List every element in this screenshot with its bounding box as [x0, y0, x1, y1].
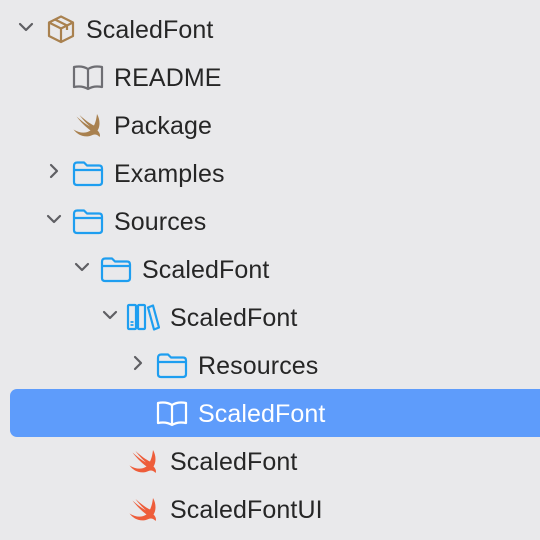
book-icon [155, 398, 189, 428]
book-icon [71, 62, 105, 92]
tree-row-scaledfont-article[interactable]: ScaledFont [0, 389, 540, 437]
tree-row-label: ScaledFont [170, 448, 298, 476]
folder-icon [99, 254, 133, 284]
package-icon [44, 14, 78, 44]
tree-row-scaledfont-swift[interactable]: ScaledFont [0, 437, 540, 485]
tree-row-label: ScaledFont [170, 304, 298, 332]
tree-row-label: Resources [198, 352, 319, 380]
chevron-down-icon[interactable] [16, 17, 36, 37]
tree-row-resources[interactable]: Resources [0, 341, 540, 389]
tree-row-label: ScaledFont [86, 16, 214, 44]
chevron-right-icon[interactable] [128, 353, 148, 373]
tree-row-label: Package [114, 112, 212, 140]
tree-row-label: ScaledFont [198, 400, 326, 428]
swift-file-icon [127, 446, 161, 476]
chevron-down-icon[interactable] [100, 305, 120, 325]
tree-row-scaledfont-docc[interactable]: ScaledFont [0, 293, 540, 341]
tree-row-label: ScaledFont [142, 256, 270, 284]
swift-file-icon [127, 494, 161, 524]
tree-row-label: Examples [114, 160, 225, 188]
chevron-right-icon[interactable] [44, 161, 64, 181]
folder-icon [71, 206, 105, 236]
swift-file-icon [71, 110, 105, 140]
documentation-catalog-icon [126, 302, 160, 332]
project-navigator: ScaledFont README Package Examples Sourc… [0, 0, 540, 540]
tree-row-sources[interactable]: Sources [0, 197, 540, 245]
tree-row-package-swift[interactable]: Package [0, 101, 540, 149]
tree-row-scaledfontui-swift[interactable]: ScaledFontUI [0, 485, 540, 533]
chevron-down-icon[interactable] [44, 209, 64, 229]
tree-row-package-scaledfont[interactable]: ScaledFont [0, 5, 540, 53]
tree-row-label: ScaledFontUI [170, 496, 323, 524]
tree-row-examples[interactable]: Examples [0, 149, 540, 197]
tree-row-label: Sources [114, 208, 207, 236]
chevron-down-icon[interactable] [72, 257, 92, 277]
folder-icon [155, 350, 189, 380]
folder-icon [71, 158, 105, 188]
tree-row-scaledfont-folder[interactable]: ScaledFont [0, 245, 540, 293]
tree-row-label: README [114, 64, 222, 92]
tree-row-readme[interactable]: README [0, 53, 540, 101]
